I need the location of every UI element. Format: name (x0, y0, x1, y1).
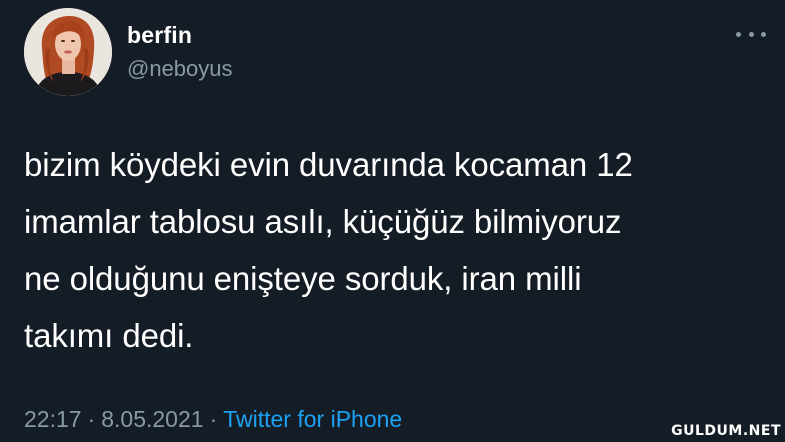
tweet-date: 8.05.2021 (101, 406, 204, 432)
more-options-icon[interactable] (736, 26, 766, 42)
tweet-source-link[interactable]: Twitter for iPhone (223, 406, 402, 432)
watermark: GULDUM.NET (671, 423, 781, 439)
dot (736, 31, 741, 37)
profile-photo-icon (24, 8, 112, 96)
meta-separator: · (87, 406, 96, 432)
dot (761, 31, 766, 37)
tweet-meta: 22:17 · 8.05.2021 · Twitter for iPhone (24, 406, 402, 433)
tweet-text: bizim köydeki evin duvarında kocaman 12 … (24, 146, 633, 354)
user-handle[interactable]: @neboyus (127, 56, 233, 82)
avatar[interactable] (24, 8, 112, 96)
dot (748, 31, 754, 37)
tweet-time: 22:17 (24, 406, 82, 432)
meta-separator: · (209, 406, 218, 432)
tweet-card: berfin @neboyus bizim köydeki evin duvar… (0, 0, 785, 442)
display-name[interactable]: berfin (127, 22, 192, 49)
